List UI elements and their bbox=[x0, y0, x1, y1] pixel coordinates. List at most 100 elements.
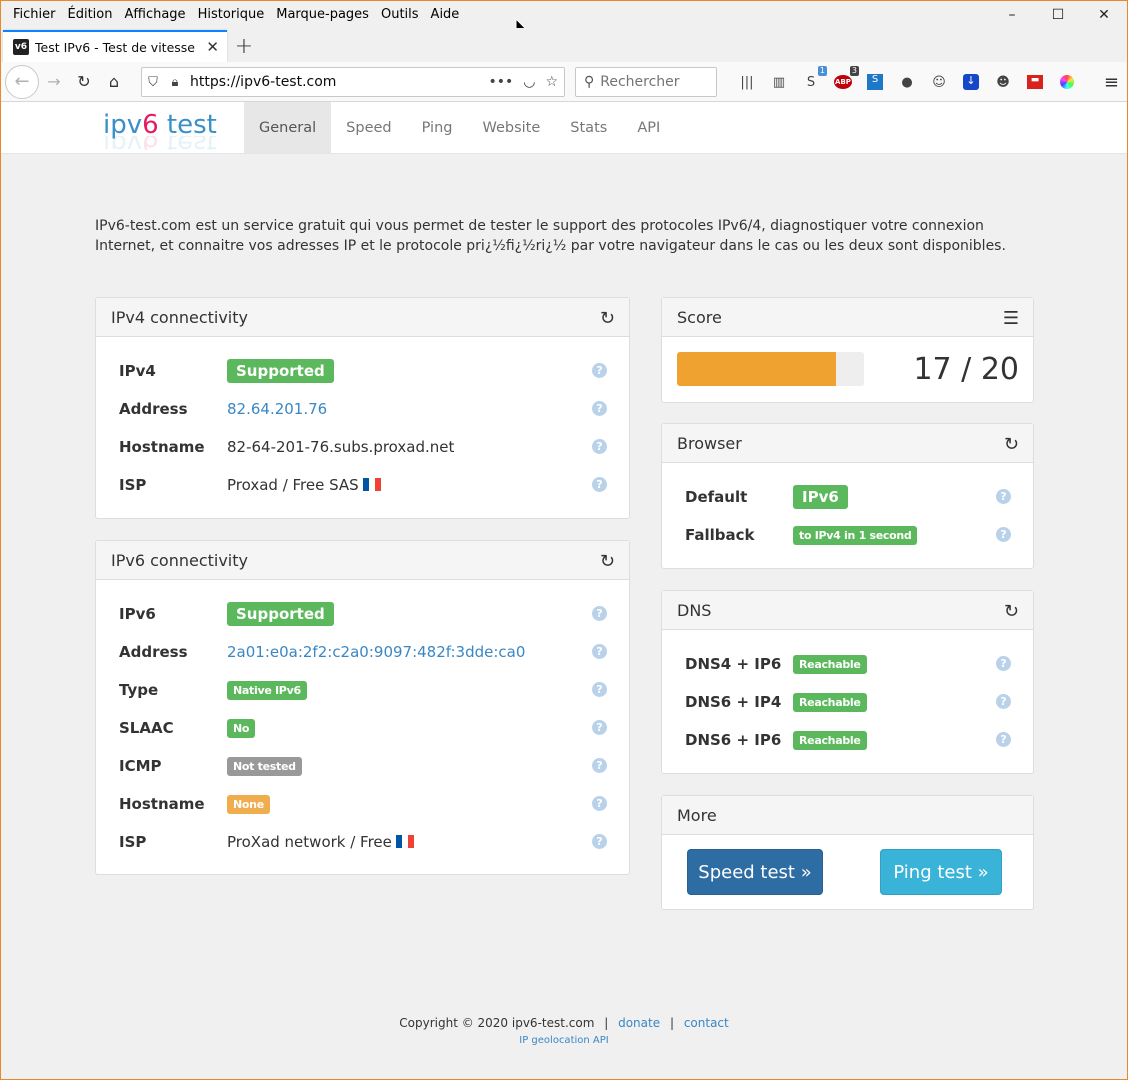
row-label: DNS6 + IP6 bbox=[685, 731, 782, 749]
new-tab-button[interactable]: + bbox=[227, 30, 261, 62]
help-icon[interactable]: ? bbox=[592, 401, 607, 416]
forward-button[interactable]: → bbox=[39, 67, 69, 97]
hamburger-menu-icon[interactable]: ≡ bbox=[1104, 72, 1119, 93]
home-button[interactable]: ⌂ bbox=[99, 67, 129, 97]
help-icon[interactable]: ? bbox=[592, 796, 607, 811]
adblock-badge: 3 bbox=[849, 66, 859, 76]
menu-affichage[interactable]: Affichage bbox=[118, 7, 191, 22]
help-icon[interactable]: ? bbox=[996, 527, 1011, 542]
ipv6-address-link[interactable]: 2a01:e0a:2f2:c2a0:9097:482f:3dde:ca0 bbox=[227, 643, 525, 661]
address-bar[interactable]: ⛉ 🔒︎ https://ipv6-test.com ••• ◡ ☆ bbox=[141, 67, 565, 97]
speed-test-button[interactable]: Speed test » bbox=[687, 849, 823, 895]
help-icon[interactable]: ? bbox=[592, 439, 607, 454]
footer-line: Copyright © 2020 ipv6-test.com | donate … bbox=[1, 1016, 1127, 1030]
extension-grey-icon[interactable]: ● bbox=[895, 70, 919, 94]
extension-s-icon[interactable]: S1 bbox=[799, 66, 827, 94]
more-panel-header: More bbox=[662, 796, 1033, 835]
tab-close-icon[interactable]: ✕ bbox=[206, 38, 219, 56]
help-icon[interactable]: ? bbox=[996, 489, 1011, 504]
pocket-icon[interactable]: ◡ bbox=[523, 74, 535, 90]
search-input[interactable]: ⚲ Rechercher bbox=[575, 67, 717, 97]
browser-tab[interactable]: v6 Test IPv6 - Test de vitesse et ✕ bbox=[3, 30, 227, 62]
nav-ping[interactable]: Ping bbox=[407, 102, 468, 154]
download-icon[interactable]: ↓ bbox=[959, 70, 983, 94]
ipv6-panel-title: IPv6 connectivity bbox=[111, 550, 248, 570]
nav-api[interactable]: API bbox=[622, 102, 675, 154]
address-row: Address 2a01:e0a:2f2:c2a0:9097:482f:3dde… bbox=[119, 638, 619, 666]
refresh-icon[interactable]: ↻ bbox=[600, 308, 615, 329]
dns-panel-header: DNS ↻ bbox=[662, 591, 1033, 630]
score-value: 17 / 20 bbox=[913, 352, 1019, 387]
default-row: Default IPv6 ? bbox=[685, 483, 1025, 511]
minimize-button[interactable]: – bbox=[989, 1, 1035, 29]
row-label: Type bbox=[119, 681, 159, 699]
menu-fichier[interactable]: Fichier bbox=[7, 7, 62, 22]
page-actions-icon[interactable]: ••• bbox=[488, 74, 513, 90]
help-icon[interactable]: ? bbox=[592, 477, 607, 492]
logo-reflection: ipv6 test bbox=[103, 136, 217, 150]
lock-icon[interactable]: 🔒︎ bbox=[164, 75, 186, 90]
fallback-row: Fallback to IPv4 in 1 second ? bbox=[685, 521, 1025, 549]
close-window-button[interactable]: ✕ bbox=[1081, 1, 1127, 29]
color-wheel-icon[interactable] bbox=[1055, 70, 1079, 94]
ipv6-row: IPv6 Supported ? bbox=[119, 600, 619, 628]
row-label: Fallback bbox=[685, 526, 755, 544]
adblock-plus-icon[interactable]: ABP 3 bbox=[831, 66, 859, 94]
sidebar-icon[interactable]: ▥ bbox=[767, 70, 791, 94]
help-icon[interactable]: ? bbox=[592, 720, 607, 735]
score-panel-title: Score bbox=[677, 307, 722, 327]
help-icon[interactable]: ? bbox=[996, 732, 1011, 747]
help-icon[interactable]: ? bbox=[996, 656, 1011, 671]
france-flag-icon bbox=[395, 835, 414, 848]
tracking-shield-icon[interactable]: ⛉ bbox=[142, 75, 164, 90]
nav-speed[interactable]: Speed bbox=[331, 102, 406, 154]
menu-edition[interactable]: Édition bbox=[62, 7, 119, 22]
bookmark-star-icon[interactable]: ☆ bbox=[545, 74, 558, 90]
menu-aide[interactable]: Aide bbox=[425, 7, 466, 22]
ipv4-panel-header: IPv4 connectivity ↻ bbox=[96, 298, 629, 337]
menu-historique[interactable]: Historique bbox=[192, 7, 271, 22]
extension-face-icon[interactable]: ☻ bbox=[991, 70, 1015, 94]
supported-badge: Supported bbox=[227, 602, 334, 626]
browser-panel-title: Browser bbox=[677, 433, 742, 453]
default-badge: IPv6 bbox=[793, 485, 848, 509]
back-button[interactable]: ← bbox=[5, 64, 39, 99]
nav-website[interactable]: Website bbox=[467, 102, 555, 154]
type-row: Type Native IPv6 ? bbox=[119, 676, 619, 704]
more-panel: More Speed test » Ping test » bbox=[661, 795, 1034, 910]
library-icon[interactable]: ||| bbox=[735, 70, 759, 94]
extension-blue-icon[interactable]: S bbox=[863, 70, 887, 94]
site-header: ipv6 test ipv6 test General Speed Ping W… bbox=[1, 102, 1127, 154]
refresh-icon[interactable]: ↻ bbox=[1004, 601, 1019, 622]
help-icon[interactable]: ? bbox=[996, 694, 1011, 709]
help-icon[interactable]: ? bbox=[592, 363, 607, 378]
nav-stats[interactable]: Stats bbox=[555, 102, 622, 154]
help-icon[interactable]: ? bbox=[592, 644, 607, 659]
refresh-icon[interactable]: ↻ bbox=[600, 551, 615, 572]
contact-link[interactable]: contact bbox=[684, 1016, 729, 1030]
ping-test-button[interactable]: Ping test » bbox=[880, 849, 1002, 895]
footer-separator: | bbox=[669, 1016, 674, 1030]
refresh-icon[interactable]: ↻ bbox=[1004, 434, 1019, 455]
help-icon[interactable]: ? bbox=[592, 606, 607, 621]
account-icon[interactable]: ☺ bbox=[927, 70, 951, 94]
help-icon[interactable]: ? bbox=[592, 834, 607, 849]
ipv4-address-link[interactable]: 82.64.201.76 bbox=[227, 400, 327, 418]
nav-general[interactable]: General bbox=[244, 102, 332, 154]
extension-red-icon[interactable]: ▬ bbox=[1023, 70, 1047, 94]
reachable-badge: Reachable bbox=[793, 655, 867, 674]
help-icon[interactable]: ? bbox=[592, 758, 607, 773]
donate-link[interactable]: donate bbox=[618, 1016, 660, 1030]
reload-button[interactable]: ↻ bbox=[69, 67, 99, 97]
dns-panel: DNS ↻ DNS4 + IP6 Reachable ? DNS6 + IP4 … bbox=[661, 590, 1034, 774]
list-icon[interactable]: ☰ bbox=[1003, 308, 1019, 329]
menu-marque-pages[interactable]: Marque-pages bbox=[270, 7, 375, 22]
menu-outils[interactable]: Outils bbox=[375, 7, 425, 22]
ipv6-panel-header: IPv6 connectivity ↻ bbox=[96, 541, 629, 580]
extension-toolbar: ||| ▥ S1 ABP 3 S ● ☺ ↓ ☻ ▬ bbox=[735, 66, 1079, 94]
help-icon[interactable]: ? bbox=[592, 682, 607, 697]
url-text[interactable]: https://ipv6-test.com bbox=[190, 74, 336, 90]
geolocation-api-link[interactable]: IP geolocation API bbox=[519, 1035, 608, 1046]
maximize-button[interactable]: ☐ bbox=[1035, 1, 1081, 29]
hostname-badge: None bbox=[227, 795, 270, 814]
